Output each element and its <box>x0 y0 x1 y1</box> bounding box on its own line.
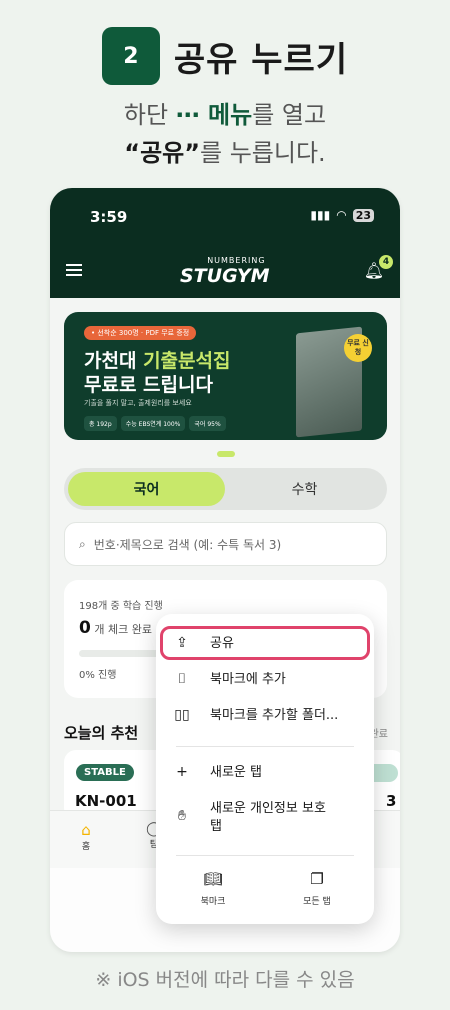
menu-divider <box>176 855 354 856</box>
menu-new-private-tab-label: 새로운 개인정보 보호 탭 <box>210 801 326 834</box>
menu-icon[interactable] <box>66 264 82 276</box>
instruction2-post: 를 누릅니다. <box>200 139 326 167</box>
menu-new-private-tab[interactable]: ✋︎ 새로운 개인정보 보호 탭 <box>156 800 374 836</box>
tab-korean[interactable]: 국어 <box>68 472 225 506</box>
menu-new-tab[interactable]: + 새로운 탭 <box>156 764 374 782</box>
progress-count: 0 개 체크 완료 <box>79 618 152 638</box>
menu-share-label: 공유 <box>210 636 234 651</box>
menu-bookmarks[interactable]: 📖︎ 북마크 <box>178 870 248 907</box>
menu-add-bookmark-folder-label: 북마크를 추가할 폴더... <box>210 708 339 723</box>
plus-icon: + <box>176 764 188 780</box>
search-input[interactable]: ⌕ 번호·제목으로 검색 (예: 수특 독서 3) <box>64 522 387 566</box>
banner-chip: 수능 EBS연계 100% <box>120 416 186 431</box>
signal-icon: ▮▮▮ <box>310 208 331 222</box>
menu-add-bookmark-label: 북마크에 추가 <box>210 672 286 687</box>
tab-math[interactable]: 수학 <box>226 472 383 506</box>
instruction-share-quote: “공유” <box>124 139 201 167</box>
promo-banner[interactable]: • 선착순 300명 · PDF 무료 증정 가천대 기출분석집 무료로 드립니… <box>64 312 387 440</box>
status-time: 3:59 <box>90 208 128 226</box>
nav-home[interactable]: ⌂ 홈 <box>74 821 98 852</box>
recommend-number: 3 <box>386 792 397 810</box>
carousel-indicator <box>217 451 235 457</box>
bookmarks-icon: 📖︎ <box>203 870 223 888</box>
banner-chip: 국어 95% <box>189 416 226 431</box>
step-title: 공유 누르기 <box>173 39 349 80</box>
logo-sub: NUMBERING <box>207 256 266 265</box>
share-icon: ⇪ <box>176 635 188 651</box>
browser-menu: ⇪ 공유 ⌷ 북마크에 추가 ▯▯ 북마크를 추가할 폴더... + 새로운 탭 ✋︎ 새… <box>156 614 374 924</box>
search-placeholder: 번호·제목으로 검색 (예: 수특 독서 3) <box>93 537 282 552</box>
status-icons: ▮▮▮ ◠ 23 <box>310 208 374 222</box>
menu-all-tabs[interactable]: ❐ 모든 탭 <box>282 870 352 907</box>
bookmark-icon: ⌷ <box>177 671 187 687</box>
logo-main: STUGYM <box>180 265 270 287</box>
notification-badge: 4 <box>379 255 393 269</box>
banner-tag: • 선착순 300명 · PDF 무료 증정 <box>84 326 197 340</box>
progress-label: 198개 중 학습 진행 <box>79 601 163 612</box>
subject-tabs: 국어 수학 <box>64 468 387 510</box>
step-header: 2 공유 누르기 <box>0 27 450 85</box>
menu-bookmarks-label: 북마크 <box>200 897 226 907</box>
app-logo: NUMBERING STUGYM <box>180 256 270 287</box>
banner-title-prefix: 가천대 <box>84 350 144 372</box>
free-badge: 무료 신청 <box>344 334 372 362</box>
item-code: KN-001 <box>75 792 137 810</box>
instruction-pre: 하단 <box>123 101 176 129</box>
home-icon: ⌂ <box>81 821 91 839</box>
book-open-icon: ▯▯ <box>174 707 190 723</box>
banner-chips: 총 192p 수능 EBS연계 100% 국어 95% <box>84 416 226 431</box>
wifi-icon: ◠ <box>336 208 347 222</box>
menu-share[interactable]: ⇪ 공유 <box>156 635 374 653</box>
menu-new-tab-label: 새로운 탭 <box>210 765 262 780</box>
progress-count-suffix: 개 체크 완료 <box>90 623 152 636</box>
nav-home-label: 홈 <box>81 842 91 852</box>
banner-title: 가천대 기출분석집 <box>84 346 230 373</box>
hand-icon: ✋︎ <box>178 808 186 824</box>
banner-chip: 총 192p <box>84 416 117 431</box>
instruction-menu: ⋯ 메뉴 <box>175 101 253 129</box>
progress-percent: 0% 진행 <box>79 670 117 681</box>
banner-subtitle: 무료로 드립니다 <box>84 374 213 396</box>
menu-all-tabs-label: 모든 탭 <box>303 897 331 907</box>
menu-divider <box>176 746 354 747</box>
menu-add-bookmark-folder[interactable]: ▯▯ 북마크를 추가할 폴더... <box>156 707 374 725</box>
search-icon: ⌕ <box>79 536 86 551</box>
instruction-text: 하단 ⋯ 메뉴를 열고 “공유”를 누릅니다. <box>0 96 450 172</box>
footnote: ※ iOS 버전에 따라 다를 수 있음 <box>95 969 355 991</box>
menu-add-bookmark[interactable]: ⌷ 북마크에 추가 <box>156 671 374 689</box>
instruction-post: 를 열고 <box>252 101 327 129</box>
app-header: 3:59 ▮▮▮ ◠ 23 NUMBERING STUGYM 🔔︎ 4 <box>50 188 400 298</box>
banner-title-accent: 기출분석집 <box>143 350 231 372</box>
stable-badge: STABLE <box>76 764 134 781</box>
step-number-badge: 2 <box>101 27 160 85</box>
banner-desc: 기출을 풀지 말고, 출제원리를 보세요 <box>84 399 192 407</box>
progress-count-number: 0 <box>79 618 91 638</box>
battery-icon: 23 <box>352 208 374 222</box>
recommend-title: 오늘의 추천 <box>64 724 139 742</box>
phone-screen: 3:59 ▮▮▮ ◠ 23 NUMBERING STUGYM 🔔︎ 4 • 선착… <box>50 188 400 952</box>
tabs-icon: ❐ <box>310 870 324 888</box>
bell-icon[interactable]: 🔔︎ 4 <box>364 255 393 280</box>
